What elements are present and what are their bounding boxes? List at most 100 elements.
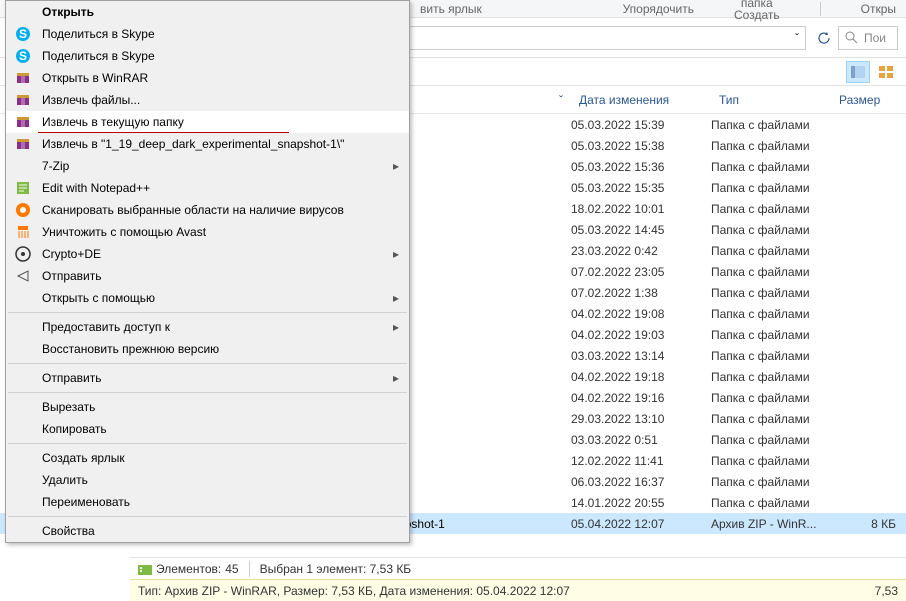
ribbon-sep xyxy=(820,2,821,16)
file-type: Папка с файлами xyxy=(711,391,831,405)
col-size[interactable]: Размер xyxy=(831,86,906,113)
submenu-arrow-icon: ▸ xyxy=(393,291,399,305)
col-type[interactable]: Тип xyxy=(711,86,831,113)
file-date: 03.03.2022 13:14 xyxy=(571,349,711,363)
menu-item-label: Crypto+DE xyxy=(42,247,101,261)
submenu-arrow-icon: ▸ xyxy=(393,247,399,261)
menu-separator xyxy=(8,516,407,517)
menu-item[interactable]: Уничтожить с помощью Avast xyxy=(6,221,409,243)
menu-item[interactable]: SПоделиться в Skype xyxy=(6,45,409,67)
chevron-down-icon[interactable]: ˇ xyxy=(795,31,799,45)
menu-item[interactable]: Отправить ▸ xyxy=(6,367,409,389)
file-type: Папка с файлами xyxy=(711,265,831,279)
menu-item[interactable]: Вырезать xyxy=(6,396,409,418)
file-date: 05.03.2022 15:36 xyxy=(571,160,711,174)
menu-item[interactable]: Извлечь в "1_19_deep_dark_experimental_s… xyxy=(6,133,409,155)
file-date: 07.02.2022 23:05 xyxy=(571,265,711,279)
view-details-button[interactable] xyxy=(846,61,870,83)
file-type: Папка с файлами xyxy=(711,454,831,468)
submenu-arrow-icon: ▸ xyxy=(393,159,399,173)
menu-item[interactable]: Открыть xyxy=(6,1,409,23)
menu-separator xyxy=(8,392,407,393)
file-date: 05.03.2022 15:39 xyxy=(571,118,711,132)
menu-item[interactable]: Edit with Notepad++ xyxy=(6,177,409,199)
menu-item-label: Отправить xyxy=(42,371,102,385)
ribbon-open[interactable]: Откры xyxy=(861,2,896,16)
sort-indicator: ˇ xyxy=(559,93,563,107)
submenu-arrow-icon: ▸ xyxy=(393,371,399,385)
file-date: 04.02.2022 19:16 xyxy=(571,391,711,405)
file-date: 29.03.2022 13:10 xyxy=(571,412,711,426)
file-date: 05.03.2022 15:38 xyxy=(571,139,711,153)
menu-item-label: Открыть xyxy=(42,5,94,19)
file-type: Папка с файлами xyxy=(711,412,831,426)
menu-item-label: Вырезать xyxy=(42,400,95,414)
menu-item[interactable]: Удалить xyxy=(6,469,409,491)
menu-item-label: Извлечь файлы... xyxy=(42,93,140,107)
menu-item-label: Удалить xyxy=(42,473,88,487)
menu-item-label: Свойства xyxy=(42,524,95,538)
file-type: Папка с файлами xyxy=(711,118,831,132)
ribbon-shortcut: вить ярлык xyxy=(420,2,482,16)
menu-item[interactable]: Открыть с помощью ▸ xyxy=(6,287,409,309)
col-date[interactable]: Дата изменения xyxy=(571,86,711,113)
menu-item[interactable]: Предоставить доступ к▸ xyxy=(6,316,409,338)
menu-item[interactable]: Восстановить прежнюю версию xyxy=(6,338,409,360)
menu-separator xyxy=(8,363,407,364)
file-date: 07.02.2022 1:38 xyxy=(571,286,711,300)
menu-item[interactable]: Отправить xyxy=(6,265,409,287)
file-type: Папка с файлами xyxy=(711,328,831,342)
menu-item[interactable]: Создать ярлык xyxy=(6,447,409,469)
menu-item-label: Извлечь в текущую папку xyxy=(42,115,184,129)
status-bar: Элементов: 45 Выбран 1 элемент: 7,53 КБ xyxy=(130,557,906,579)
menu-item-label: Открыть с помощью xyxy=(42,291,155,305)
menu-item-label: Предоставить доступ к xyxy=(42,320,170,334)
menu-item-label: Edit with Notepad++ xyxy=(42,181,150,195)
file-type: Папка с файлами xyxy=(711,139,831,153)
menu-item-label: 7-Zip xyxy=(42,159,69,173)
menu-item[interactable]: Извлечь в текущую папку xyxy=(6,111,409,133)
menu-item[interactable]: Сканировать выбранные области на наличие… xyxy=(6,199,409,221)
file-type: Папка с файлами xyxy=(711,349,831,363)
file-type: Папка с файлами xyxy=(711,223,831,237)
menu-item[interactable]: Открыть в WinRAR xyxy=(6,67,409,89)
menu-item[interactable]: SПоделиться в Skype xyxy=(6,23,409,45)
file-date: 12.02.2022 11:41 xyxy=(571,454,711,468)
menu-item[interactable]: Копировать xyxy=(6,418,409,440)
menu-item[interactable]: Переименовать xyxy=(6,491,409,513)
menu-item[interactable]: 7-Zip ▸ xyxy=(6,155,409,177)
file-type: Папка с файлами xyxy=(711,160,831,174)
ribbon-create[interactable]: Создать xyxy=(734,9,780,21)
file-date: 04.02.2022 19:08 xyxy=(571,307,711,321)
file-date: 03.03.2022 0:51 xyxy=(571,433,711,447)
menu-item[interactable]: Извлечь файлы... xyxy=(6,89,409,111)
tooltip-bar: Тип: Архив ZIP - WinRAR, Размер: 7,53 КБ… xyxy=(130,579,906,601)
menu-separator xyxy=(8,312,407,313)
file-date: 06.03.2022 16:37 xyxy=(571,475,711,489)
search-placeholder: Пои xyxy=(864,31,886,45)
menu-item-label: Восстановить прежнюю версию xyxy=(42,342,219,356)
menu-item-label: Поделиться в Skype xyxy=(42,49,155,63)
menu-item[interactable]: Свойства xyxy=(6,520,409,542)
file-type: Папка с файлами xyxy=(711,307,831,321)
file-type: Архив ZIP - WinR... xyxy=(711,517,831,531)
menu-item-label: Поделиться в Skype xyxy=(42,27,155,41)
refresh-button[interactable] xyxy=(810,24,838,52)
items-icon xyxy=(138,563,152,575)
menu-item-label: Сканировать выбранные области на наличие… xyxy=(42,203,344,217)
file-date: 05.04.2022 12:07 xyxy=(571,517,711,531)
menu-item[interactable]: Crypto+DE ▸ xyxy=(6,243,409,265)
menu-separator xyxy=(8,443,407,444)
ribbon-organize[interactable]: Упорядочить xyxy=(623,2,694,16)
file-date: 04.02.2022 19:03 xyxy=(571,328,711,342)
search-input[interactable]: Пои xyxy=(838,26,898,50)
status-sep xyxy=(249,561,250,577)
file-size: 8 КБ xyxy=(831,517,906,531)
file-type: Папка с файлами xyxy=(711,286,831,300)
context-menu: Открыть SПоделиться в SkypeSПоделиться в … xyxy=(5,0,410,543)
file-type: Папка с файлами xyxy=(711,244,831,258)
view-icons-button[interactable] xyxy=(874,61,898,83)
file-date: 05.03.2022 15:35 xyxy=(571,181,711,195)
file-date: 18.02.2022 10:01 xyxy=(571,202,711,216)
items-count-label: Элементов: xyxy=(156,562,221,576)
